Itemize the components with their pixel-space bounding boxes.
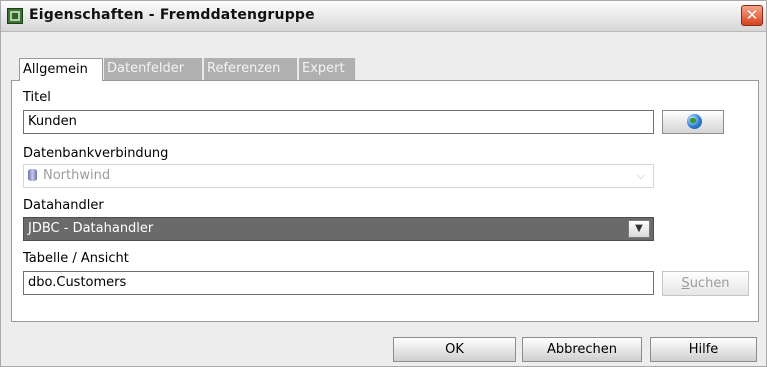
- title-input[interactable]: Kunden: [23, 110, 654, 134]
- chevron-down-icon[interactable]: ▼: [628, 220, 650, 238]
- connection-label: Datenbankverbindung: [23, 146, 169, 161]
- search-button-label: uchen: [689, 276, 730, 291]
- tab-expert[interactable]: Expert: [299, 58, 356, 80]
- connection-select: Northwind ⌵: [23, 164, 654, 188]
- table-label: Tabelle / Ansicht: [23, 251, 129, 266]
- globe-icon: [687, 114, 702, 129]
- tab-datenfelder[interactable]: Datenfelder: [104, 58, 203, 80]
- handler-select[interactable]: JDBC - Datahandler ▼: [23, 217, 654, 241]
- connection-value: Northwind: [43, 168, 111, 183]
- handler-label: Datahandler: [23, 198, 104, 213]
- app-icon: [7, 8, 23, 24]
- help-button[interactable]: Hilfe: [650, 337, 757, 362]
- search-button: Suchen: [662, 271, 749, 296]
- title-bar[interactable]: Eigenschaften - Fremddatengruppe ✕: [1, 1, 766, 32]
- handler-value: JDBC - Datahandler: [28, 221, 154, 236]
- tab-referenzen[interactable]: Referenzen: [204, 58, 298, 80]
- chevron-down-icon: ⌵: [636, 169, 645, 182]
- translate-button[interactable]: [662, 110, 724, 134]
- title-label: Titel: [23, 90, 51, 105]
- window-title: Eigenschaften - Fremddatengruppe: [29, 7, 315, 23]
- properties-dialog: Eigenschaften - Fremddatengruppe ✕ Allge…: [0, 0, 767, 367]
- table-input[interactable]: dbo.Customers: [23, 271, 654, 295]
- ok-button[interactable]: OK: [393, 337, 516, 362]
- database-icon: [28, 169, 37, 181]
- close-button[interactable]: ✕: [741, 5, 763, 26]
- search-button-mnemonic: S: [681, 276, 690, 291]
- tab-allgemein[interactable]: Allgemein: [19, 58, 103, 81]
- cancel-button[interactable]: Abbrechen: [522, 337, 642, 362]
